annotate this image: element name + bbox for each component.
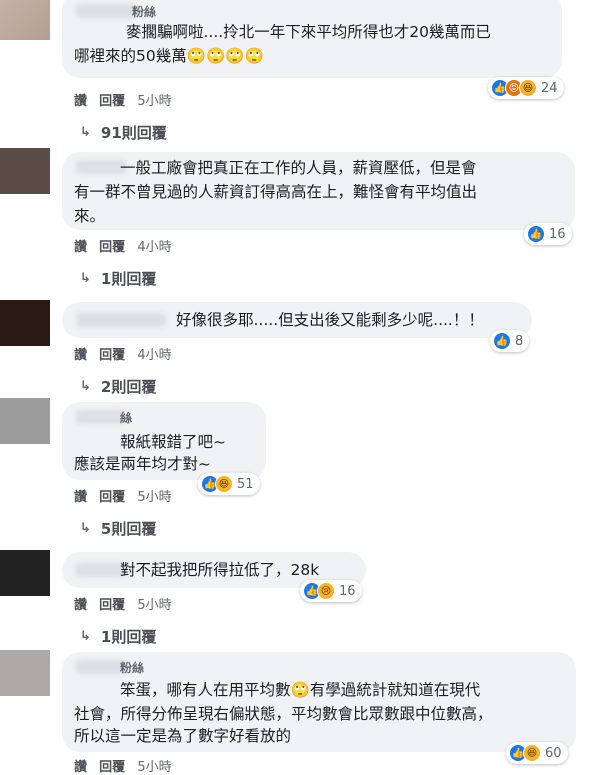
comment-text: 笨蛋，哪有人在用平均數🙄有學過統計就知道在現代 xyxy=(120,681,481,699)
reaction-summary[interactable]: 👍 😢 16 xyxy=(300,580,362,602)
comment-text: 來。 xyxy=(74,207,106,225)
comment-text: 麥擱騙啊啦....拎北一年下來平均所得也才20幾萬而已 xyxy=(126,23,491,41)
comment-actions: 讚 回覆 5小時 xyxy=(74,594,180,613)
avatar[interactable] xyxy=(0,148,50,194)
commenter-name-tail: 粉絲 xyxy=(120,661,145,675)
reaction-count: 60 xyxy=(545,745,562,761)
avatar[interactable] xyxy=(0,300,50,346)
commenter-name[interactable] xyxy=(76,563,126,577)
reply-link[interactable]: 回覆 xyxy=(99,94,125,109)
comment-bubble: 絲 報紙報錯了吧~ 應該是兩年均才對~ xyxy=(62,402,266,480)
commenter-name[interactable] xyxy=(76,313,166,327)
reaction-count: 8 xyxy=(515,333,524,349)
view-replies[interactable]: ↳ 1則回覆 xyxy=(80,626,156,647)
comment-bubble: 一般工廠會把真正在工作的人員，薪資壓低，但是會 有一群不曾見過的人薪資訂得高高在… xyxy=(62,152,575,230)
reaction-count: 51 xyxy=(237,476,254,492)
reply-link[interactable]: 回覆 xyxy=(99,240,125,255)
timestamp[interactable]: 4小時 xyxy=(137,348,171,363)
like-icon: 👍 xyxy=(527,225,545,243)
avatar[interactable] xyxy=(0,550,50,596)
comment-bubble: 粉絲 笨蛋，哪有人在用平均數🙄有學過統計就知道在現代 社會，所得分佈呈現右偏狀態… xyxy=(62,652,576,752)
commenter-name-tail: 絲 xyxy=(120,411,133,425)
commenter-name[interactable] xyxy=(76,410,126,424)
haha-icon: 😆 xyxy=(519,79,537,97)
reply-arrow-icon: ↳ xyxy=(80,379,91,394)
comment-text: 所以這一定是為了數字好看放的 xyxy=(74,727,292,745)
comment-text: 對不起我把所得拉低了，28k xyxy=(120,561,320,579)
replies-count: 2則回覆 xyxy=(100,378,157,396)
like-link[interactable]: 讚 xyxy=(74,348,87,363)
like-link[interactable]: 讚 xyxy=(74,94,87,109)
comment-text: 一般工廠會把真正在工作的人員，薪資壓低，但是會 xyxy=(120,159,477,177)
reply-arrow-icon: ↳ xyxy=(80,521,91,536)
view-replies[interactable]: ↳ 1則回覆 xyxy=(80,268,156,289)
like-link[interactable]: 讚 xyxy=(74,490,87,505)
like-icon: 👍 xyxy=(493,332,511,350)
comment-actions: 讚 回覆 5小時 xyxy=(74,90,180,109)
replies-count: 5則回覆 xyxy=(100,520,157,538)
reaction-summary[interactable]: 👍 😆 60 xyxy=(506,742,568,764)
reaction-summary[interactable]: 👍 😡 😆 24 xyxy=(488,77,564,99)
comment-bubble: 好像很多耶.....但支出後又能剩多少呢....！！ xyxy=(62,302,532,338)
avatar[interactable] xyxy=(0,650,50,696)
avatar[interactable] xyxy=(0,0,50,40)
haha-icon: 😆 xyxy=(523,744,541,762)
reply-link[interactable]: 回覆 xyxy=(99,490,125,505)
replies-count: 1則回覆 xyxy=(100,628,157,646)
view-replies[interactable]: ↳ 5則回覆 xyxy=(80,518,156,539)
timestamp[interactable]: 4小時 xyxy=(137,240,171,255)
haha-icon: 😆 xyxy=(215,475,233,493)
reply-arrow-icon: ↳ xyxy=(80,125,91,140)
reply-link[interactable]: 回覆 xyxy=(99,598,125,613)
like-link[interactable]: 讚 xyxy=(74,598,87,613)
reply-arrow-icon: ↳ xyxy=(80,271,91,286)
reply-link[interactable]: 回覆 xyxy=(99,348,125,363)
avatar[interactable] xyxy=(0,398,50,444)
view-replies[interactable]: ↳ 2則回覆 xyxy=(80,376,156,397)
commenter-name-tail: 粉絲 xyxy=(132,5,157,19)
comment-text: 社會，所得分佈呈現右偏狀態，平均數會比眾數跟中位數高， xyxy=(74,705,493,723)
sad-icon: 😢 xyxy=(317,582,335,600)
comment-actions: 讚 回覆 5小時 xyxy=(74,756,180,775)
view-replies[interactable]: ↳ 91則回覆 xyxy=(80,122,167,143)
comment-bubble: 粉絲 麥擱騙啊啦....拎北一年下來平均所得也才20幾萬而已 哪裡來的50幾萬🙄… xyxy=(62,0,562,78)
comment-text: 應該是兩年均才對~ xyxy=(74,455,211,473)
comment-actions: 讚 回覆 5小時 xyxy=(74,486,180,505)
replies-count: 91則回覆 xyxy=(100,124,167,142)
commenter-name[interactable] xyxy=(76,160,126,174)
comment-text: 哪裡來的50幾萬🙄🙄🙄🙄 xyxy=(74,47,264,65)
like-link[interactable]: 讚 xyxy=(74,240,87,255)
comment-text: 報紙報錯了吧~ xyxy=(120,433,226,451)
reaction-summary[interactable]: 👍 16 xyxy=(524,223,572,245)
reply-arrow-icon: ↳ xyxy=(80,629,91,644)
comment-text: 有一群不曾見過的人薪資訂得高高在上，難怪會有平均值出 xyxy=(74,183,478,201)
reaction-count: 16 xyxy=(339,583,356,599)
reaction-summary[interactable]: 👍 😆 51 xyxy=(198,473,260,495)
timestamp[interactable]: 5小時 xyxy=(137,598,171,613)
comment-text: 好像很多耶.....但支出後又能剩多少呢....！！ xyxy=(176,311,484,329)
replies-count: 1則回覆 xyxy=(100,270,157,288)
reaction-count: 16 xyxy=(549,226,566,242)
comment-actions: 讚 回覆 4小時 xyxy=(74,236,180,255)
commenter-name[interactable] xyxy=(76,4,136,18)
commenter-name[interactable] xyxy=(76,660,126,674)
comment-actions: 讚 回覆 4小時 xyxy=(74,344,180,363)
timestamp[interactable]: 5小時 xyxy=(137,94,171,109)
timestamp[interactable]: 5小時 xyxy=(137,490,171,505)
reaction-count: 24 xyxy=(541,80,558,96)
reaction-summary[interactable]: 👍 8 xyxy=(490,330,530,352)
